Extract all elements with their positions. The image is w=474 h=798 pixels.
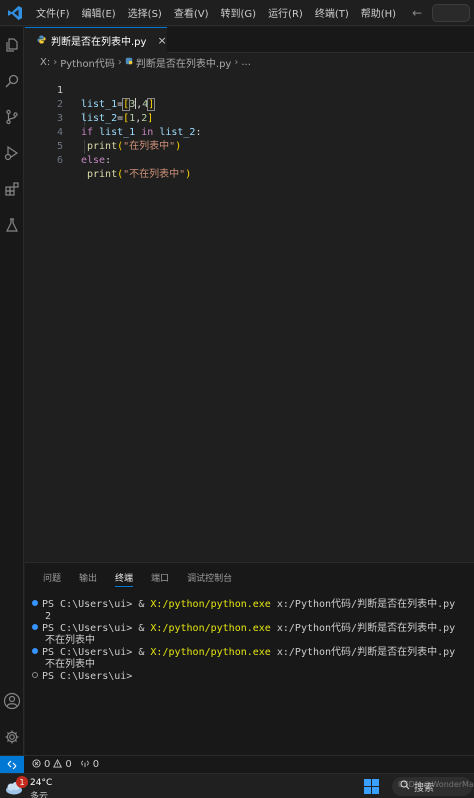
breadcrumb-file[interactable]: 判断是否在列表中.py: [136, 55, 231, 70]
ports-status[interactable]: 0: [80, 759, 99, 771]
problems-status[interactable]: 0 0: [32, 758, 72, 771]
error-count: 0: [44, 759, 51, 770]
breadcrumb: X: › Python代码 › 判断是否在列表中.py › ...: [40, 54, 251, 70]
account-icon[interactable]: [2, 691, 22, 711]
python-file-icon: [125, 57, 133, 68]
terminal-script-path: x:/Python代码/判断是否在列表中.py: [276, 599, 456, 610]
weather-condition[interactable]: 多云: [30, 789, 48, 798]
command-status-dot-icon: [32, 624, 38, 630]
line-number: 6: [56, 155, 63, 166]
tab-output[interactable]: 输出: [79, 571, 97, 587]
terminal-executable: X:/python/python.exe: [150, 623, 271, 634]
terminal-output: 不在列表中: [45, 635, 95, 646]
chevron-right-icon: ›: [234, 56, 239, 68]
tab-debug-console[interactable]: 调试控制台: [187, 571, 232, 587]
csdn-watermark: CSDN @WonderMan: [398, 780, 474, 789]
terminal-executable: X:/python/python.exe: [150, 599, 271, 610]
status-bar: 0 0 0: [0, 755, 474, 774]
code-editor[interactable]: 1 list_1=[3,4] 2 list_2=[1,2] 3 if list_…: [25, 70, 474, 560]
breadcrumb-more[interactable]: ...: [241, 57, 251, 68]
close-icon[interactable]: ×: [157, 34, 166, 47]
warning-count: 0: [65, 759, 72, 770]
command-center-search[interactable]: [432, 4, 470, 22]
menu-view[interactable]: 查看(V): [168, 5, 215, 20]
terminal-token: &: [138, 647, 145, 658]
run-debug-icon[interactable]: [2, 143, 22, 163]
search-icon[interactable]: [2, 71, 22, 91]
menu-bar: 文件(F) 编辑(E) 选择(S) 查看(V) 转到(G) 运行(R) 终端(T…: [30, 5, 402, 20]
code-line-3: 3 if list_1 in list_2:: [25, 98, 474, 138]
tab-terminal[interactable]: 终端: [115, 571, 134, 587]
terminal-token: &: [138, 599, 145, 610]
windows-taskbar: 1 24°C 多云 搜索 CSDN @WonderMan: [0, 773, 474, 798]
breadcrumb-drive[interactable]: X:: [40, 57, 50, 68]
code-line-4: 4 print("在列表中"): [25, 112, 474, 152]
remote-indicator-icon[interactable]: [0, 755, 24, 774]
vscode-logo-icon: [0, 0, 30, 26]
warning-icon: [53, 758, 63, 771]
terminal-prompt: PS C:\Users\ui>: [42, 599, 133, 610]
menu-file[interactable]: 文件(F): [30, 5, 76, 20]
code-line-5: 5 else:: [25, 126, 474, 166]
weather-temperature[interactable]: 24°C: [30, 778, 52, 788]
tab-problems[interactable]: 问题: [43, 571, 61, 587]
editor-tab-bar: 判断是否在列表中.py ×: [25, 27, 474, 53]
terminal-prompt: PS C:\Users\ui>: [42, 647, 133, 658]
testing-flask-icon[interactable]: [2, 215, 22, 235]
windows-start-icon[interactable]: [364, 779, 379, 794]
settings-gear-icon[interactable]: [2, 727, 22, 747]
title-bar: 文件(F) 编辑(E) 选择(S) 查看(V) 转到(G) 运行(R) 终端(T…: [0, 0, 474, 26]
chevron-right-icon: ›: [117, 56, 122, 68]
code-token: ): [185, 169, 192, 180]
antenna-icon: [80, 759, 90, 771]
breadcrumb-folder[interactable]: Python代码: [60, 55, 115, 70]
bottom-panel: 问题 输出 终端 端口 调试控制台 PS C:\Users\ui> & X:/p…: [25, 562, 474, 755]
code-token: else: [81, 155, 106, 166]
error-icon: [32, 758, 41, 771]
terminal-current-prompt[interactable]: PS C:\Users\ui>: [32, 671, 132, 683]
tab-active-file[interactable]: 判断是否在列表中.py ×: [25, 27, 167, 53]
command-status-dot-icon: [32, 648, 38, 654]
terminal-script-path: x:/Python代码/判断是否在列表中.py: [276, 623, 456, 634]
python-file-icon: [37, 34, 46, 47]
terminal-command-line[interactable]: PS C:\Users\ui> & X:/python/python.exe x…: [32, 647, 455, 659]
terminal-command-line[interactable]: PS C:\Users\ui> & X:/python/python.exe x…: [32, 623, 455, 635]
terminal-prompt: PS C:\Users\ui>: [42, 671, 133, 682]
tab-ports[interactable]: 端口: [151, 571, 169, 587]
notification-badge: 1: [16, 776, 28, 788]
prompt-dot-icon: [32, 672, 38, 678]
code-line-2: 2 list_2=[1,2]: [25, 84, 474, 124]
terminal-script-path: x:/Python代码/判断是否在列表中.py: [276, 647, 456, 658]
extensions-icon[interactable]: [2, 179, 22, 199]
ports-count: 0: [92, 759, 100, 770]
back-arrow-icon[interactable]: ←: [412, 6, 422, 20]
code-line-6: 6 print("不在列表中"): [25, 140, 474, 180]
menu-selection[interactable]: 选择(S): [122, 5, 168, 20]
menu-help[interactable]: 帮助(H): [355, 5, 402, 20]
menu-run[interactable]: 运行(R): [262, 5, 309, 20]
code-token: :: [105, 155, 112, 166]
chevron-right-icon: ›: [53, 56, 58, 68]
terminal-output: 不在列表中: [45, 659, 95, 670]
explorer-files-icon[interactable]: [2, 35, 22, 55]
menu-go[interactable]: 转到(G): [215, 5, 263, 20]
source-control-icon[interactable]: [2, 107, 22, 127]
code-line-1: 1 list_1=[3,4]: [25, 70, 474, 111]
menu-edit[interactable]: 编辑(E): [76, 5, 122, 20]
terminal-token: &: [138, 623, 145, 634]
terminal-executable: X:/python/python.exe: [150, 647, 271, 658]
terminal-command-line[interactable]: PS C:\Users\ui> & X:/python/python.exe x…: [32, 599, 455, 611]
panel-tab-bar: 问题 输出 终端 端口 调试控制台: [43, 571, 232, 587]
code-token: "不在列表中": [123, 169, 186, 180]
command-status-dot-icon: [32, 600, 38, 606]
code-token: print: [87, 169, 118, 180]
terminal-output: 2: [45, 611, 52, 622]
menu-terminal[interactable]: 终端(T): [309, 5, 355, 20]
terminal-prompt: PS C:\Users\ui>: [42, 623, 133, 634]
activity-bar: [0, 27, 24, 755]
tab-label: 判断是否在列表中.py: [51, 37, 147, 48]
